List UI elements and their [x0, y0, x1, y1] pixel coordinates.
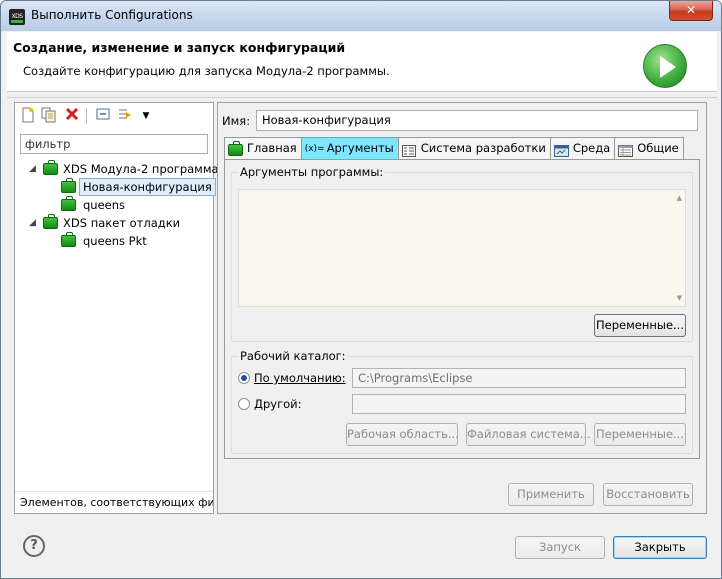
run-button[interactable]: Запуск — [515, 536, 605, 559]
other-dir-radio[interactable] — [238, 398, 250, 410]
default-dir-label: По умолчанию: — [254, 371, 346, 385]
case-icon — [61, 232, 76, 247]
duplicate-icon[interactable] — [40, 107, 58, 125]
run-icon — [643, 44, 687, 88]
name-label: Имя: — [222, 114, 251, 128]
tab-label: Аргументы — [326, 141, 394, 155]
close-window-button[interactable]: ✕ — [669, 1, 713, 21]
configurations-panel: ▼ фильтр ◢ XDS Модула-2 программа Новая-… — [14, 102, 219, 514]
filesystem-button[interactable]: Файловая система... — [466, 423, 591, 446]
title-bar: XDS Выполнить Configurations ✕ — [1, 1, 721, 31]
toolbar-separator — [86, 108, 87, 124]
program-arguments-textarea[interactable]: ▲ ▼ — [238, 189, 686, 307]
name-input[interactable]: Новая-конфигурация — [256, 110, 698, 131]
case-icon — [228, 140, 243, 156]
case-icon — [43, 160, 58, 175]
close-button[interactable]: Закрыть — [613, 536, 707, 559]
working-directory-title: Рабочий каталог: — [238, 349, 348, 363]
default-dir-field: C:\Programs\Eclipse — [352, 368, 686, 388]
environment-icon — [553, 143, 569, 157]
scroll-up-icon[interactable]: ▲ — [677, 194, 682, 202]
other-dir-field[interactable] — [352, 394, 686, 414]
help-icon[interactable]: ? — [23, 535, 45, 557]
filter-status: Элементов, соответствующих филь — [15, 491, 213, 513]
tree-item-label: Новая-конфигурация — [79, 178, 216, 196]
arguments-tab-body: Аргументы программы: ▲ ▼ Переменные... Р… — [224, 159, 700, 459]
apply-button[interactable]: Применить — [508, 483, 594, 506]
tree-item-label: queens — [83, 198, 126, 212]
default-dir-radio[interactable] — [238, 372, 250, 384]
tree-group-label: XDS Модула-2 программа — [63, 162, 219, 176]
config-tabs: Главная (x)= Аргументы Система разработк… — [224, 137, 684, 159]
tab-common[interactable]: Общие — [614, 137, 684, 159]
tab-label: Система разработки — [420, 141, 546, 155]
tab-environment[interactable]: Среда — [549, 137, 616, 159]
case-icon — [61, 196, 76, 211]
tab-dev-system[interactable]: Система разработки — [397, 137, 551, 159]
variables-button[interactable]: Переменные... — [594, 314, 686, 337]
banner-description: Создайте конфигурацию для запуска Модула… — [23, 64, 390, 78]
program-arguments-group: Аргументы программы: ▲ ▼ Переменные... — [231, 165, 693, 342]
case-icon — [61, 178, 76, 193]
header-banner: Создание, изменение и запуск конфигураци… — [7, 32, 717, 92]
common-icon — [618, 143, 634, 157]
window-title: Выполнить Configurations — [31, 8, 193, 22]
filter-icon[interactable] — [116, 107, 134, 125]
env-icon — [401, 143, 417, 157]
variables-icon: (x)= — [304, 143, 325, 154]
delete-icon[interactable] — [63, 107, 81, 125]
new-config-icon[interactable] — [19, 107, 37, 125]
collapse-arrow-icon[interactable]: ◢ — [29, 214, 39, 232]
collapse-arrow-icon[interactable]: ◢ — [29, 160, 39, 178]
tab-label: Среда — [572, 141, 611, 155]
revert-button[interactable]: Восстановить — [603, 483, 693, 506]
case-icon — [43, 214, 58, 229]
tree-item-label: queens Pkt — [83, 234, 147, 248]
program-arguments-title: Аргументы программы: — [238, 165, 386, 179]
tab-label: Главная — [247, 141, 297, 155]
workdir-variables-button[interactable]: Переменные... — [594, 423, 686, 446]
app-icon: XDS — [9, 9, 25, 25]
scroll-down-icon[interactable]: ▼ — [677, 294, 682, 302]
run-configurations-dialog: XDS Выполнить Configurations ✕ Создание,… — [0, 0, 722, 579]
tab-label: Общие — [637, 141, 679, 155]
collapse-all-icon[interactable] — [94, 107, 112, 125]
other-dir-label: Другой: — [254, 397, 302, 411]
banner-title: Создание, изменение и запуск конфигураци… — [13, 40, 346, 55]
working-directory-group: Рабочий каталог: По умолчанию: C:\Progra… — [231, 349, 693, 454]
dropdown-arrow-icon[interactable]: ▼ — [137, 107, 155, 125]
tab-main[interactable]: Главная — [224, 137, 302, 159]
workspace-button[interactable]: Рабочая область... — [346, 423, 459, 446]
filter-input[interactable]: фильтр — [20, 134, 208, 154]
tab-arguments[interactable]: (x)= Аргументы — [300, 137, 399, 159]
tree-group-label: XDS пакет отладки — [63, 216, 181, 230]
separator — [7, 97, 717, 98]
config-editor-panel: Имя: Новая-конфигурация Главная (x)= Арг… — [217, 102, 707, 514]
